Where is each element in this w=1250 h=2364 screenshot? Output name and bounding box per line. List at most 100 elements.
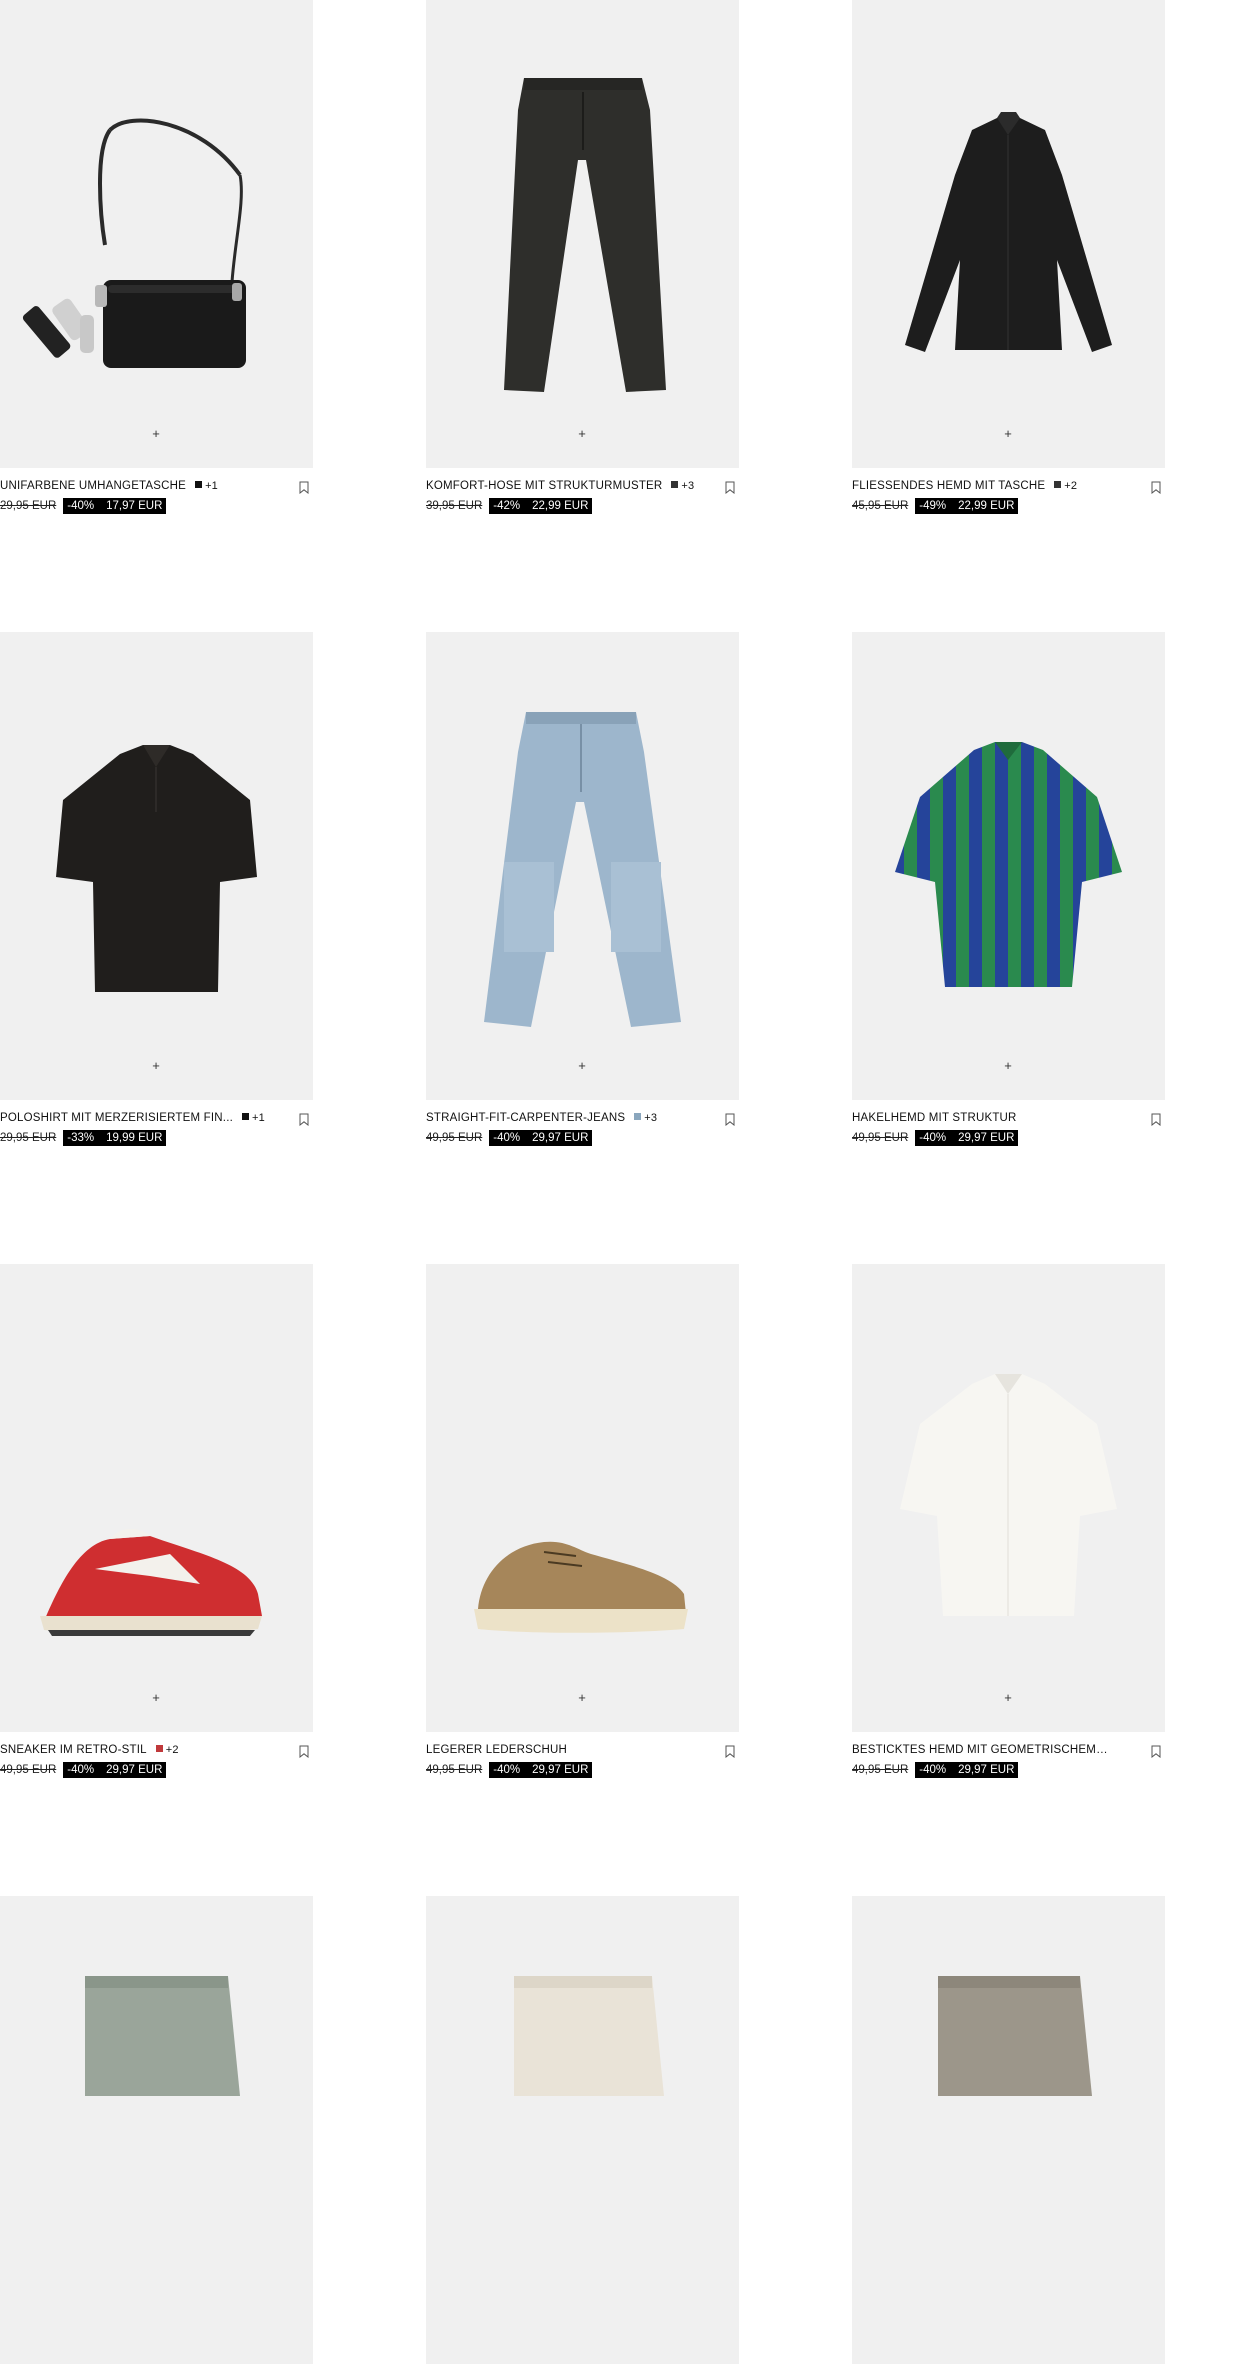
quick-add-button[interactable]: + (572, 424, 592, 444)
bookmark-icon[interactable] (1151, 1113, 1161, 1126)
product-name[interactable]: SNEAKER IM RETRO-STIL (0, 1744, 147, 1756)
product-card[interactable]: + STRAIGHT-FIT-CARPENTER-JEANS +3 49,95 E… (426, 632, 739, 1152)
product-image[interactable]: + (852, 632, 1165, 1100)
quick-add-button[interactable]: + (572, 1056, 592, 1076)
product-name[interactable]: STRAIGHT-FIT-CARPENTER-JEANS (426, 1112, 625, 1124)
sale-badge: -40% 29,97 EUR (915, 1762, 1019, 1778)
product-image[interactable]: + (852, 0, 1165, 468)
sale-badge: -40% 29,97 EUR (915, 1130, 1019, 1146)
bookmark-icon[interactable] (299, 481, 309, 494)
quick-add-button[interactable]: + (998, 1056, 1018, 1076)
product-info: STRAIGHT-FIT-CARPENTER-JEANS +3 49,95 EUR… (426, 1112, 739, 1152)
original-price: 49,95 EUR (426, 1764, 483, 1776)
quick-add-button[interactable]: + (146, 1056, 166, 1076)
suede-shoe-image (474, 1541, 688, 1633)
sale-price: 17,97 EUR (106, 500, 163, 512)
product-card[interactable] (426, 1896, 739, 2364)
product-image[interactable]: + (0, 1264, 313, 1732)
quick-add-button[interactable]: + (998, 1688, 1018, 1708)
trousers-image (504, 78, 666, 392)
product-name[interactable]: FLIESSENDES HEMD MIT TASCHE (852, 480, 1045, 492)
color-swatch (671, 481, 679, 488)
original-price: 45,95 EUR (852, 500, 909, 512)
product-name[interactable]: POLOSHIRT MIT MERZERISIERTEM FIN... (0, 1112, 233, 1124)
quick-add-button[interactable]: + (146, 424, 166, 444)
discount-percent: -40% (67, 500, 95, 512)
product-name[interactable]: UNIFARBENE UMHÄNGETASCHE (0, 480, 186, 492)
retro-sneaker-image (40, 1528, 262, 1636)
product-card[interactable]: + HÄKELHEMD MIT STRUKTUR 49,95 EUR -40% 29… (852, 632, 1165, 1152)
product-image[interactable]: + (426, 0, 739, 468)
product-card[interactable]: + FLIESSENDES HEMD MIT TASCHE +2 45,95 EU… (852, 0, 1165, 520)
bookmark-icon[interactable] (725, 1113, 735, 1126)
more-colors-count: +2 (1064, 480, 1078, 492)
bookmark-icon[interactable] (299, 1113, 309, 1126)
bookmark-icon[interactable] (299, 1745, 309, 1758)
sale-price: 22,99 EUR (532, 500, 589, 512)
product-card[interactable]: + POLOSHIRT MIT MERZERISIERTEM FIN... +1 … (0, 632, 313, 1152)
product-card[interactable] (0, 1896, 313, 2364)
more-colors-count: +1 (252, 1112, 265, 1124)
product-info: POLOSHIRT MIT MERZERISIERTEM FIN... +1 29… (0, 1112, 313, 1152)
sale-badge: -42% 22,99 EUR (489, 498, 593, 514)
product-info: LEGERER LEDERSCHUH 49,95 EUR -40% 29,97 EU… (426, 1744, 739, 1784)
discount-percent: -40% (493, 1764, 521, 1776)
more-colors-count: +3 (644, 1112, 658, 1124)
black-shirt-image (905, 112, 1112, 352)
product-image[interactable] (426, 1896, 739, 2364)
product-card[interactable]: + LEGERER LEDERSCHUH 49,95 EUR -40% 29,97 … (426, 1264, 739, 1784)
sale-price: 19,99 EUR (106, 1132, 163, 1144)
quick-add-button[interactable]: + (998, 424, 1018, 444)
original-price: 49,95 EUR (852, 1764, 909, 1776)
sale-price: 29,97 EUR (532, 1132, 589, 1144)
product-name[interactable]: BESTICKTES HEMD MIT GEOMETRISCHEM M... (852, 1744, 1110, 1756)
original-price: 39,95 EUR (426, 500, 483, 512)
product-info: KOMFORT-HOSE MIT STRUKTURMUSTER +3 39,95 … (426, 480, 739, 520)
bookmark-icon[interactable] (1151, 1745, 1161, 1758)
sale-price: 29,97 EUR (958, 1764, 1015, 1776)
carpenter-jeans-image (484, 712, 681, 1027)
product-card[interactable]: + SNEAKER IM RETRO-STIL +2 49,95 EUR -40% 2… (0, 1264, 313, 1784)
crochet-shirt-image (895, 742, 1122, 987)
product-image[interactable]: + (0, 632, 313, 1100)
more-colors-count: +1 (205, 480, 219, 492)
product-image[interactable] (0, 1896, 313, 2364)
color-swatch (195, 481, 203, 488)
product-image[interactable]: + (426, 632, 739, 1100)
product-card[interactable]: + UNIFARBENE UMHÄNGETASCHE +1 29,95 EUR -4… (0, 0, 313, 520)
quick-add-button[interactable]: + (572, 1688, 592, 1708)
product-info: UNIFARBENE UMHÄNGETASCHE +1 29,95 EUR -40%… (0, 480, 313, 520)
product-image[interactable]: + (852, 1264, 1165, 1732)
product-name[interactable]: HÄKELHEMD MIT STRUKTUR (852, 1112, 1017, 1124)
color-swatch (155, 1745, 163, 1752)
cargo-shorts-image (85, 1976, 240, 2096)
product-card[interactable]: + BESTICKTES HEMD MIT GEOMETRISCHEM M...… (852, 1264, 1165, 1784)
quick-add-button[interactable]: + (146, 1688, 166, 1708)
sale-badge: -33% 19,99 EUR (63, 1130, 167, 1146)
color-swatch (242, 1113, 249, 1120)
product-name[interactable]: KOMFORT-HOSE MIT STRUKTURMUSTER (426, 480, 662, 492)
original-price: 49,95 EUR (426, 1132, 483, 1144)
product-card[interactable] (852, 1896, 1165, 2364)
bookmark-icon[interactable] (1151, 481, 1161, 494)
product-image[interactable]: + (0, 0, 313, 468)
original-price: 49,95 EUR (852, 1132, 909, 1144)
bookmark-icon[interactable] (725, 481, 735, 494)
product-info: SNEAKER IM RETRO-STIL +2 49,95 EUR -40% 29,… (0, 1744, 313, 1784)
product-info: FLIESSENDES HEMD MIT TASCHE +2 45,95 EUR -… (852, 480, 1165, 520)
discount-percent: -40% (67, 1764, 95, 1776)
more-colors-count: +2 (165, 1744, 179, 1756)
product-card[interactable]: + KOMFORT-HOSE MIT STRUKTURMUSTER +3 39,9… (426, 0, 739, 520)
sale-badge: -40% 29,97 EUR (63, 1762, 167, 1778)
more-colors-count: +3 (681, 480, 695, 492)
product-image[interactable] (852, 1896, 1165, 2364)
product-image[interactable]: + (426, 1264, 739, 1732)
bookmark-icon[interactable] (725, 1745, 735, 1758)
sale-price: 29,97 EUR (532, 1764, 589, 1776)
product-info: BESTICKTES HEMD MIT GEOMETRISCHEM M... 4… (852, 1744, 1165, 1784)
product-name[interactable]: LEGERER LEDERSCHUH (426, 1744, 567, 1756)
product-info: HÄKELHEMD MIT STRUKTUR 49,95 EUR -40% 29,9… (852, 1112, 1165, 1152)
white-shirt-image (900, 1374, 1117, 1616)
sale-price: 22,99 EUR (958, 500, 1015, 512)
original-price: 29,95 EUR (0, 500, 57, 512)
